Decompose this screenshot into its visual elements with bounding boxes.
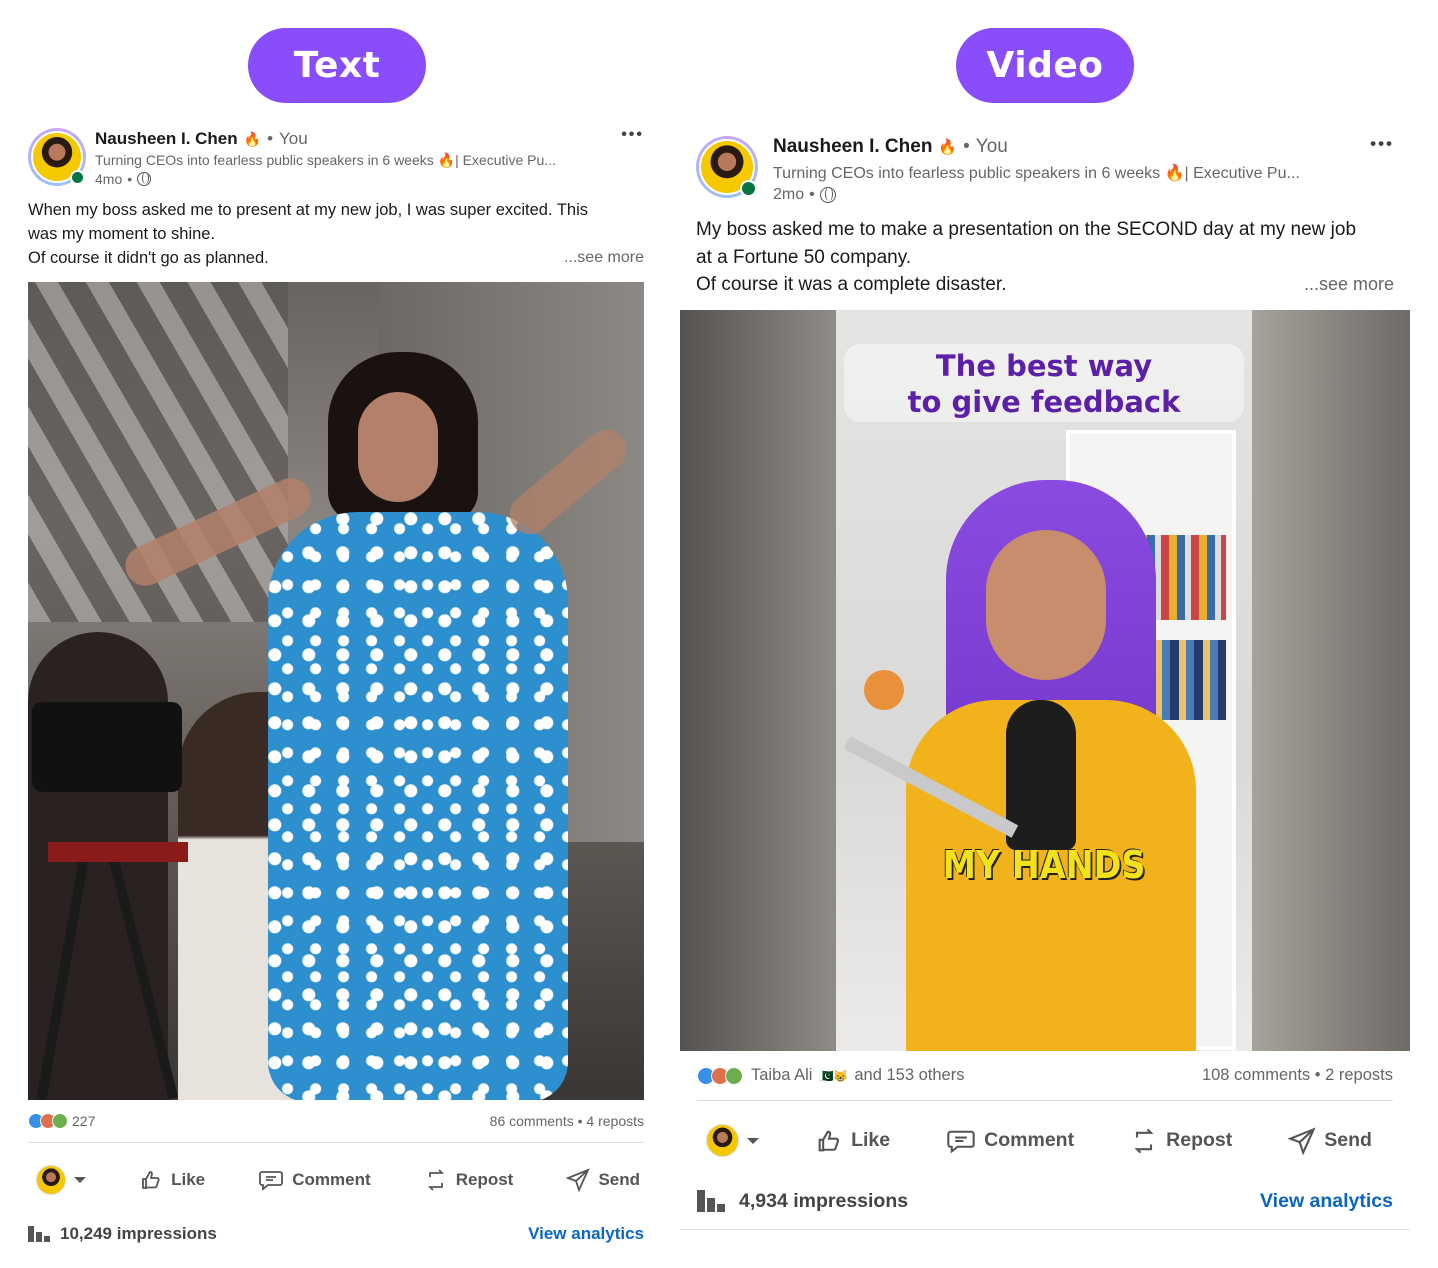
post-header: Nausheen I. Chen 🔥 • You Turning CEOs in… [28,120,644,188]
post-body: When my boss asked me to present at my n… [28,198,644,270]
reposts-count[interactable]: 2 reposts [1325,1066,1393,1084]
action-bar: Like Comment Repost Send [680,1123,1410,1159]
video-caption-top: The best way to give feedback [907,348,1181,419]
my-avatar [706,1124,739,1157]
video-post-card: Nausheen I. Chen 🔥 • You Turning CEOs in… [680,128,1410,1230]
reactor-others: and 153 others [854,1066,965,1084]
action-bar: Like Comment Repost Send [28,1163,644,1197]
plant [864,669,904,710]
send-icon [566,1168,591,1192]
like-button[interactable]: Like [139,1168,205,1192]
send-button[interactable]: Send [1288,1126,1372,1155]
view-analytics-link[interactable]: View analytics [528,1224,644,1244]
analytics-bar-icon [28,1226,50,1242]
reaction-count: 227 [72,1113,96,1129]
impressions-bar: 10,249 impressions View analytics [28,1224,644,1244]
post-body: My boss asked me to make a presentation … [680,216,1410,299]
more-options-icon[interactable]: ••• [621,126,644,144]
globe-icon [819,187,836,203]
repost-button[interactable]: Repost [1130,1127,1232,1155]
repost-icon [427,1169,444,1191]
my-avatar [36,1165,66,1195]
label-video-pill: Video [956,28,1134,103]
comment-icon [259,1171,284,1191]
send-button[interactable]: Send [566,1168,640,1192]
reactor-flags: 🇵🇰😸 [818,1068,849,1083]
engagement-stats: 227 86 comments • 4 reposts [28,1110,644,1132]
support-reaction-icon [52,1113,68,1129]
author-name[interactable]: Nausheen I. Chen [773,136,932,158]
actor-switcher[interactable] [36,1165,86,1195]
video-caption-bottom: MY HANDS [942,842,1146,887]
video-blur-left [680,309,836,1051]
repost-button[interactable]: Repost [424,1168,513,1192]
post-header: Nausheen I. Chen 🔥 • You Turning CEOs in… [680,128,1410,206]
separator-dot: • [267,129,274,148]
author-tagline: Turning CEOs into fearless public speake… [95,152,556,168]
label-text-pill: Text [248,28,426,103]
post-age: 2mo [773,186,805,203]
text-post-card: Nausheen I. Chen 🔥 • You Turning CEOs in… [28,120,644,1244]
comment-icon [947,1130,975,1154]
online-status-icon [740,180,757,197]
comments-count[interactable]: 86 comments [490,1113,574,1129]
reactions-summary[interactable]: 227 [28,1113,95,1129]
video-blur-right [1252,309,1410,1051]
thumbs-up-icon [142,1171,160,1189]
analytics-bar-icon [697,1190,725,1212]
author-name[interactable]: Nausheen I. Chen [95,129,238,149]
thumbs-up-icon [818,1130,840,1151]
video-frame [836,309,1252,1051]
impressions-count: 10,249 impressions [60,1224,217,1243]
chevron-down-icon [74,1177,86,1183]
see-more-link[interactable]: ...see more [564,246,644,270]
comments-count[interactable]: 108 comments [1202,1066,1310,1084]
see-more-link[interactable]: ...see more [1304,271,1394,299]
view-analytics-link[interactable]: View analytics [1260,1190,1393,1213]
flame-icon: 🔥 [243,130,262,147]
presenter-face [358,392,438,502]
reposts-count[interactable]: 4 reposts [586,1113,644,1129]
you-label: You [279,129,308,148]
separator-dot: • [963,136,970,157]
you-label: You [975,136,1008,157]
author-avatar[interactable] [696,136,758,198]
presenter-dress [268,512,568,1100]
author-tagline: Turning CEOs into fearless public speake… [773,165,1300,182]
post-age: 4mo [95,171,123,187]
support-reaction-icon [725,1066,743,1085]
engagement-stats: Taiba Ali 🇵🇰😸 and 153 others 108 comment… [680,1065,1410,1087]
post-image[interactable] [28,282,644,1100]
comment-button[interactable]: Comment [946,1127,1074,1155]
globe-icon [137,172,152,186]
online-status-icon [70,170,85,185]
actor-switcher[interactable] [706,1124,759,1157]
like-button[interactable]: Like [815,1127,890,1155]
author-avatar[interactable] [28,128,86,186]
reactor-name: Taiba Ali [751,1066,813,1084]
comment-button[interactable]: Comment [258,1168,371,1192]
repost-icon [1134,1128,1154,1153]
flame-icon: 🔥 [938,139,958,156]
more-options-icon[interactable]: ••• [1370,134,1394,154]
impressions-count: 4,934 impressions [739,1189,909,1212]
send-icon [1288,1126,1316,1155]
presenter-face [986,529,1106,680]
post-video[interactable]: The best way to give feedback MY HANDS [680,309,1410,1051]
camera [32,702,182,792]
impressions-bar: 4,934 impressions View analytics [680,1190,1410,1213]
reactions-summary[interactable]: Taiba Ali 🇵🇰😸 and 153 others [697,1066,964,1085]
chevron-down-icon [747,1137,759,1144]
